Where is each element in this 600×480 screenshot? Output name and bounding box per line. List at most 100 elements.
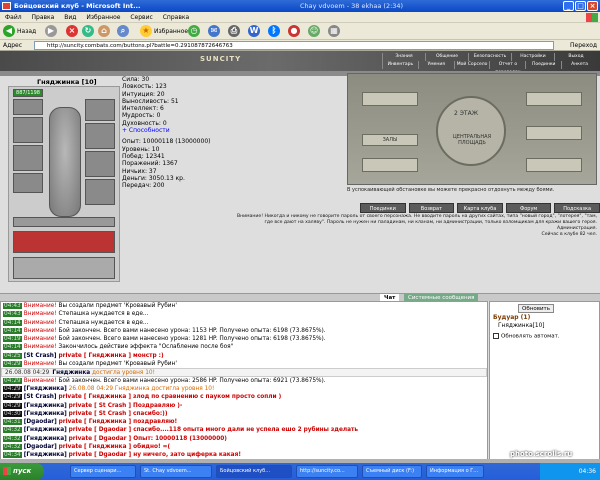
map-center-plaza[interactable] bbox=[436, 96, 506, 166]
maximize-button[interactable]: □ bbox=[575, 1, 586, 11]
chat-sender[interactable]: [Гняджинка] bbox=[24, 403, 67, 409]
chat-timestamp[interactable]: 04:32 bbox=[3, 427, 22, 434]
task-item[interactable]: Сервер сценари... bbox=[70, 465, 136, 478]
refresh-icon[interactable]: ↻ bbox=[82, 25, 94, 37]
helmet-slot[interactable] bbox=[13, 99, 43, 115]
return-button[interactable]: Возврат bbox=[408, 203, 455, 213]
nav-skills[interactable]: Умения bbox=[417, 61, 454, 69]
history-icon[interactable]: ◷ bbox=[188, 25, 200, 37]
chat-sender[interactable]: Внимание! bbox=[24, 311, 57, 317]
armor-slot[interactable] bbox=[13, 145, 43, 171]
task-item[interactable]: Бойцовский клуб... bbox=[216, 465, 292, 478]
chat-timestamp[interactable]: 04:29 bbox=[3, 394, 22, 401]
print-icon[interactable]: ⎙ bbox=[228, 25, 240, 37]
map-room-right-bottom[interactable] bbox=[526, 158, 582, 172]
task-item[interactable]: http://suncity.co... bbox=[296, 465, 358, 478]
back-icon[interactable]: ◀ bbox=[3, 25, 15, 37]
chat-sender[interactable]: Внимание! bbox=[24, 320, 57, 326]
nav-sorcelo[interactable]: Мой Сорсело bbox=[453, 61, 490, 69]
stop-icon[interactable]: × bbox=[66, 25, 78, 37]
menu-help[interactable]: Справка bbox=[163, 14, 189, 21]
task-item[interactable]: St. Chay vdvoem... bbox=[140, 465, 212, 478]
chat-sender[interactable]: [Гняджинка] bbox=[24, 386, 67, 392]
favorites-star-icon[interactable]: ★ bbox=[140, 25, 152, 37]
room-user[interactable]: Гняджинка[10] bbox=[498, 323, 545, 329]
extra-icon[interactable]: ▦ bbox=[328, 25, 340, 37]
chat-timestamp[interactable]: 04:32 bbox=[3, 435, 22, 442]
chat-timestamp[interactable]: 04:14 bbox=[3, 327, 22, 334]
nav-profile[interactable]: Анкета bbox=[561, 61, 597, 69]
chat-timestamp[interactable]: 04:30 bbox=[3, 410, 22, 417]
refresh-button[interactable]: Обновить bbox=[518, 304, 554, 313]
map-room-right-mid[interactable] bbox=[526, 126, 582, 140]
abilities-link[interactable]: + Способности bbox=[122, 127, 342, 134]
nav-security[interactable]: Безопасность bbox=[468, 53, 511, 61]
menu-tools[interactable]: Сервис bbox=[130, 14, 152, 21]
chat-sender[interactable]: [Гняджинка] bbox=[24, 452, 67, 458]
chat-timestamp[interactable]: 04:29 bbox=[3, 361, 22, 368]
weapon-slot[interactable] bbox=[13, 117, 43, 143]
character-name[interactable]: Гняджинка [10] bbox=[37, 78, 97, 86]
task-item[interactable]: Информация о Г... bbox=[426, 465, 484, 478]
chat-sender[interactable]: Гняджинка bbox=[52, 370, 90, 376]
chat-sender[interactable]: Внимание! bbox=[24, 361, 57, 367]
potion-slots[interactable] bbox=[13, 257, 115, 279]
map-room-left-top[interactable] bbox=[362, 92, 418, 106]
forum-button[interactable]: Форум bbox=[505, 203, 552, 213]
chat-sender[interactable]: Внимание! bbox=[24, 378, 57, 384]
chat-sender[interactable]: [Гняджинка] bbox=[24, 411, 67, 417]
chat-sender[interactable]: [Гняджинка] bbox=[24, 427, 67, 433]
map-room-left-bottom[interactable] bbox=[362, 158, 418, 172]
chat-sender[interactable]: [Dgaodar] bbox=[24, 444, 57, 450]
inventory-slots[interactable] bbox=[13, 231, 115, 253]
address-input[interactable]: http://suncity.combats.com/buttons.pl?ba… bbox=[34, 41, 554, 50]
chat-timestamp[interactable]: 04:29 bbox=[3, 402, 22, 409]
back-label[interactable]: Назад bbox=[17, 25, 36, 38]
clock[interactable]: 04:36 bbox=[579, 468, 596, 475]
shield-slot[interactable] bbox=[85, 151, 115, 177]
nav-knowledge[interactable]: Знания bbox=[382, 53, 425, 61]
nav-communication[interactable]: Общение bbox=[425, 53, 468, 61]
home-icon[interactable]: ⌂ bbox=[98, 25, 110, 37]
chat-timestamp[interactable]: 04:25 bbox=[3, 352, 22, 359]
mail-icon[interactable]: ✉ bbox=[208, 25, 220, 37]
nav-exit[interactable]: Выход bbox=[554, 53, 597, 61]
chat-timestamp[interactable]: 04:43 bbox=[3, 311, 22, 318]
chat-sender[interactable]: Внимание! bbox=[24, 344, 57, 350]
chat-timestamp[interactable]: 04:31 bbox=[3, 419, 22, 426]
nav-settings[interactable]: Настройки bbox=[511, 53, 554, 61]
chat-sender[interactable]: Внимание! bbox=[24, 303, 57, 309]
battles-button[interactable]: Поединки bbox=[360, 203, 406, 213]
nav-battles[interactable]: Поединки bbox=[525, 61, 561, 69]
go-button[interactable]: Переход bbox=[560, 41, 598, 50]
legs-slot[interactable] bbox=[85, 179, 115, 205]
chat-timestamp[interactable]: 04:43 bbox=[3, 303, 22, 309]
hint-button[interactable]: Подсказка bbox=[554, 203, 600, 213]
menu-file[interactable]: Файл bbox=[5, 14, 22, 21]
search-icon[interactable]: ⌕ bbox=[117, 25, 129, 37]
auto-refresh-checkbox[interactable]: Обновлять автомат. bbox=[493, 333, 560, 340]
chat-timestamp[interactable]: 26.08.08 04:29 bbox=[4, 370, 50, 376]
nav-inventory[interactable]: Инвентарь bbox=[382, 61, 418, 69]
nav-transfers[interactable]: Отчет о переводах bbox=[489, 61, 525, 75]
chat-timestamp[interactable]: 04:32 bbox=[3, 444, 22, 451]
club-map-button[interactable]: Карта клуба bbox=[457, 203, 503, 213]
menu-edit[interactable]: Правка bbox=[32, 14, 55, 21]
chat-sender[interactable]: Внимание! bbox=[24, 328, 57, 334]
forward-icon[interactable]: ▶ bbox=[45, 25, 57, 37]
chat-sender[interactable]: [St Crash] bbox=[24, 394, 57, 400]
start-button[interactable]: пуск bbox=[0, 463, 44, 480]
chat-sender[interactable]: [St Crash] bbox=[24, 353, 57, 359]
task-item[interactable]: Съемный диск (F:) bbox=[362, 465, 422, 478]
ring-slots[interactable] bbox=[13, 217, 115, 227]
chat-timestamp[interactable]: 04:19 bbox=[3, 336, 22, 343]
menu-favorites[interactable]: Избранное bbox=[86, 14, 120, 21]
gloves-slot[interactable] bbox=[85, 123, 115, 149]
map-room-right-top[interactable] bbox=[526, 92, 582, 106]
chat-timestamp[interactable]: 04:34 bbox=[3, 452, 22, 459]
minimize-button[interactable]: _ bbox=[563, 1, 574, 11]
map-room-halls[interactable]: ЗАЛЫ bbox=[362, 134, 418, 146]
amulet-slot[interactable] bbox=[85, 99, 115, 121]
chat-timestamp[interactable]: 04:14 bbox=[3, 344, 22, 351]
close-button[interactable]: × bbox=[587, 1, 598, 11]
